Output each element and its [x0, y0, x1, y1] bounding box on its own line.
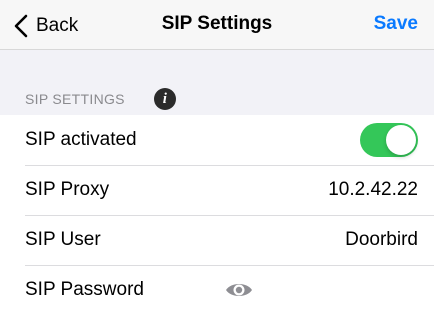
sip-password-label: SIP Password	[25, 279, 144, 300]
back-label: Back	[36, 15, 79, 36]
navigation-bar: Back SIP Settings Save	[0, 0, 434, 50]
sip-proxy-row[interactable]: SIP Proxy 10.2.42.22	[0, 165, 434, 215]
sip-activated-toggle[interactable]	[360, 123, 418, 157]
toggle-knob	[386, 125, 416, 155]
sip-user-value[interactable]: Doorbird	[345, 229, 418, 251]
section-header: SIP SETTINGS i	[25, 87, 176, 111]
settings-list: SIP activated SIP Proxy 10.2.42.22 SIP U…	[0, 115, 434, 315]
sip-proxy-value[interactable]: 10.2.42.22	[328, 179, 418, 201]
sip-activated-label: SIP activated	[25, 129, 137, 150]
sip-user-row[interactable]: SIP User Doorbird	[0, 215, 434, 265]
back-button[interactable]: Back	[14, 13, 78, 39]
save-button[interactable]: Save	[374, 13, 418, 35]
sip-user-label: SIP User	[25, 229, 101, 250]
chevron-left-icon	[14, 14, 28, 38]
eye-icon[interactable]	[224, 280, 254, 300]
section-header-label: SIP SETTINGS	[25, 91, 125, 107]
info-icon[interactable]: i	[153, 88, 176, 110]
sip-proxy-label: SIP Proxy	[25, 179, 110, 200]
sip-activated-row: SIP activated	[0, 115, 434, 165]
sip-password-row[interactable]: SIP Password	[0, 265, 434, 315]
